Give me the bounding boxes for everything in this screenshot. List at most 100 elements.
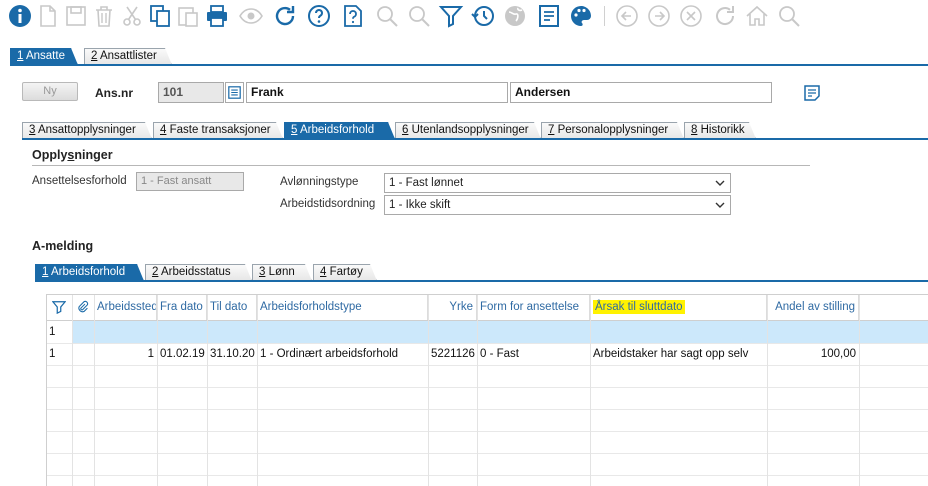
forward-icon[interactable] — [646, 4, 674, 28]
cell-fra-dato[interactable]: 01.02.19 — [157, 343, 207, 365]
col-header-arsak-til-sluttdato[interactable]: Årsak til sluttdato — [590, 294, 767, 320]
tab-ansattlister[interactable]: 2 Ansattlister — [84, 48, 172, 65]
tab-label: Personalopplysninger — [554, 124, 669, 136]
grid-line — [477, 294, 478, 486]
tab-amelding-lonn[interactable]: 3 Lønn — [252, 264, 312, 281]
tab-amelding-fartoy[interactable]: 4 Fartøy — [313, 264, 377, 281]
tab-label: Fartøy — [326, 266, 363, 278]
col-header-fra-dato[interactable]: Fra dato — [157, 294, 207, 320]
grid-line — [157, 294, 158, 486]
info-icon[interactable] — [8, 4, 32, 28]
avlonningstype-select[interactable]: 1 - Fast lønnet — [384, 173, 731, 193]
tab-label: Lønn — [265, 266, 295, 278]
ny-button[interactable]: Ny — [22, 82, 78, 101]
tab-arbeidsforhold[interactable]: 5 Arbeidsforhold — [284, 122, 395, 139]
notes-icon[interactable] — [536, 4, 564, 28]
tab-amelding-arbeidsforhold[interactable]: 1 Arbeidsforhold — [35, 264, 144, 281]
tab-personalopplysninger[interactable]: 7 Personalopplysninger — [541, 122, 684, 139]
delete-icon[interactable] — [92, 4, 116, 28]
tab-label: Utenlandsopplysninger — [408, 124, 529, 136]
history-icon[interactable] — [470, 4, 498, 28]
new-document-icon[interactable] — [36, 4, 60, 28]
arbeidstidsordning-label: Arbeidstidsordning — [280, 198, 376, 210]
col-header-form-for-ansettelse[interactable]: Form for ansettelse — [477, 294, 590, 320]
cancel-icon[interactable] — [678, 4, 706, 28]
copy-icon[interactable] — [148, 4, 172, 28]
reload-icon[interactable] — [712, 4, 740, 28]
cell-til-dato[interactable]: 31.10.20 — [207, 343, 257, 365]
title-part: ninger — [74, 148, 113, 162]
filter-icon[interactable] — [51, 300, 67, 315]
cell-arbeidsforholdstype[interactable]: 1 - Ordinært arbeidsforhold — [257, 343, 428, 365]
refresh-icon[interactable] — [272, 4, 300, 28]
col-header-andel-av-stilling[interactable]: Andel av stilling — [767, 294, 859, 320]
tab-historikk[interactable]: 8 Historikk — [684, 122, 756, 139]
tab-faste-transaksjoner[interactable]: 4 Faste transaksjoner — [153, 122, 283, 139]
arbeidstidsordning-select[interactable]: 1 - Ikke skift — [384, 195, 731, 215]
attachment-column — [72, 294, 94, 320]
grid-line — [767, 294, 768, 486]
palette-icon[interactable] — [568, 4, 596, 28]
print-icon[interactable] — [204, 4, 232, 28]
col-header-arbeidsforholdstype[interactable]: Arbeidsforholdstype — [257, 294, 428, 320]
tab-label: Ansattopplysninger — [35, 124, 136, 136]
ansettelsesforhold-field[interactable]: 1 - Fast ansatt — [136, 172, 244, 191]
opplysninger-title: Opplysninger — [32, 148, 113, 162]
cell-arsak-til-sluttdato[interactable]: Arbeidstaker har sagt opp selv — [590, 343, 767, 365]
save-icon[interactable] — [64, 4, 88, 28]
tab-ansatte[interactable]: 1 Ansatte — [10, 48, 78, 65]
filter-column — [46, 294, 72, 320]
cell-andel-av-stilling[interactable]: 100,00 — [767, 343, 859, 365]
home-icon[interactable] — [744, 4, 772, 28]
col-header-til-dato[interactable]: Til dato — [207, 294, 257, 320]
cut-icon[interactable] — [120, 4, 144, 28]
avlonningstype-label: Avlønningstype — [280, 176, 359, 188]
section-divider — [32, 165, 810, 166]
preview-icon[interactable] — [238, 4, 266, 28]
chevron-down-icon — [715, 202, 725, 208]
main-tab-divider — [10, 64, 928, 66]
cell-arbeidssted[interactable]: 1 — [94, 343, 157, 365]
tab-label: Faste transaksjoner — [166, 124, 271, 136]
col-header-arbeidssted[interactable]: Arbeidssted — [94, 294, 157, 320]
grid-line — [46, 365, 928, 366]
document-help-icon[interactable] — [340, 4, 368, 28]
zoom-icon[interactable] — [776, 4, 804, 28]
tab-label: Ansattlister — [97, 50, 157, 62]
filter-icon[interactable] — [438, 4, 466, 28]
grid-line — [46, 431, 928, 432]
chevron-down-icon — [715, 180, 725, 186]
grid-line — [46, 387, 928, 388]
search-icon-2[interactable] — [406, 4, 434, 28]
col-header-yrke[interactable]: Yrke — [428, 294, 477, 320]
tab-amelding-arbeidsstatus[interactable]: 2 Arbeidsstatus — [145, 264, 252, 281]
first-name-field[interactable]: Frank — [246, 82, 508, 103]
select-value: 1 - Fast lønnet — [389, 177, 464, 189]
tab-utenlandsopplysninger[interactable]: 6 Utenlandsopplysninger — [395, 122, 541, 139]
grid-border — [46, 294, 928, 295]
attachment-icon[interactable] — [76, 300, 89, 313]
title-part: Opply — [32, 148, 68, 162]
last-name-field[interactable]: Andersen — [510, 82, 772, 103]
notes-icon[interactable] — [803, 84, 821, 102]
tab-label: Arbeidsforhold — [48, 266, 126, 278]
toolbar — [0, 0, 928, 34]
amelding-tab-divider — [35, 280, 928, 282]
grid-line — [94, 294, 95, 486]
cell-form-for-ansettelse[interactable]: 0 - Fast — [477, 343, 590, 365]
help-icon[interactable] — [306, 4, 334, 28]
grid-line — [46, 409, 928, 410]
cell-yrke[interactable]: 5221126 — [428, 343, 477, 365]
paste-icon[interactable] — [176, 4, 200, 28]
search-icon[interactable] — [374, 4, 402, 28]
lookup-button[interactable] — [225, 82, 244, 103]
back-icon[interactable] — [614, 4, 642, 28]
filter-row[interactable] — [72, 321, 928, 343]
ans-nr-field[interactable]: 101 — [158, 82, 224, 103]
tab-ansattopplysninger[interactable]: 3 Ansattopplysninger — [22, 122, 152, 139]
grid-line — [72, 294, 73, 486]
globe-icon[interactable] — [502, 4, 530, 28]
tab-label: Ansatte — [23, 50, 65, 62]
highlighted-header-text: Årsak til sluttdato — [593, 300, 685, 314]
grid-line — [46, 320, 928, 321]
